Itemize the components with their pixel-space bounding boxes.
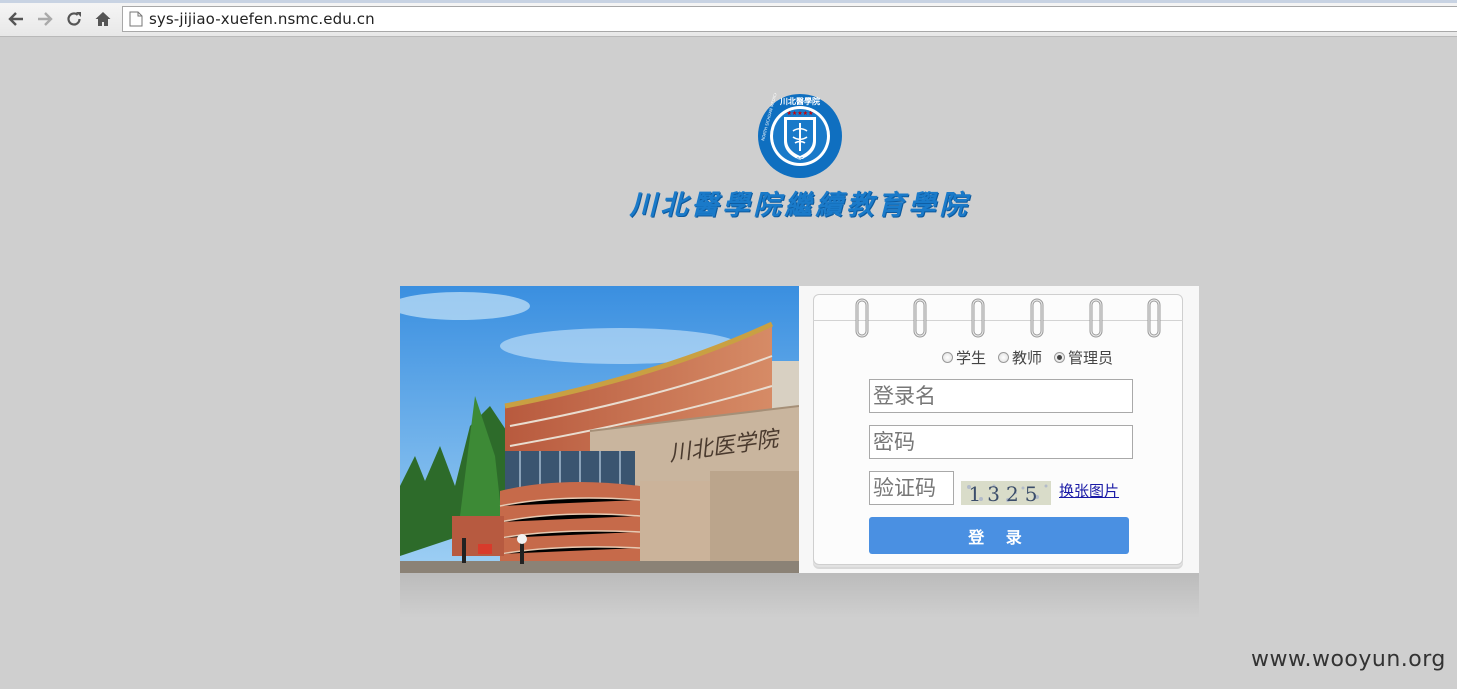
- home-icon: [95, 12, 111, 26]
- home-button[interactable]: [93, 9, 113, 29]
- radio-admin[interactable]: [1054, 351, 1066, 363]
- login-button[interactable]: 登 录: [869, 517, 1129, 554]
- binder-ring-icon: [855, 298, 869, 338]
- emblem-year-text: 1951: [792, 157, 807, 164]
- address-bar[interactable]: sys-jijiao-xuefen.nsmc.edu.cn: [122, 6, 1457, 32]
- username-input[interactable]: [869, 379, 1133, 413]
- page-icon: [129, 11, 143, 27]
- swap-captcha-link[interactable]: 换张图片: [1059, 480, 1119, 501]
- role-label-student: 学生: [956, 348, 987, 367]
- back-button[interactable]: [6, 9, 26, 29]
- svg-text:★★★★★: ★★★★★: [787, 110, 814, 117]
- captcha-input[interactable]: [869, 471, 954, 505]
- password-input[interactable]: [869, 425, 1133, 459]
- binder-ring-icon: [1147, 298, 1161, 338]
- photo-reflection: [400, 573, 1199, 618]
- reload-button[interactable]: [64, 9, 84, 29]
- forward-button[interactable]: [35, 9, 55, 29]
- binder-ring-icon: [1089, 298, 1103, 338]
- binder-ring-icon: [913, 298, 927, 338]
- role-option-admin[interactable]: 管理员: [1054, 347, 1113, 368]
- role-option-student[interactable]: 学生: [942, 347, 986, 368]
- binder-ring-icon: [1030, 298, 1044, 338]
- campus-building-photo: 川北医学院: [400, 286, 799, 573]
- binder-ring-icon: [971, 298, 985, 338]
- college-emblem-logo: ★★★★★ 川北醫學院 1951 NORTH SICHUAN MEDICAL C…: [758, 93, 842, 178]
- radio-student[interactable]: [942, 351, 953, 363]
- watermark-text: www.wooyun.org: [1251, 647, 1446, 672]
- url-text: sys-jijiao-xuefen.nsmc.edu.cn: [149, 10, 375, 28]
- reload-icon: [67, 12, 81, 26]
- captcha-code-text: 1325: [969, 482, 1044, 505]
- college-title: 川北醫學院繼續教育學院: [629, 190, 971, 221]
- role-label-admin: 管理员: [1068, 348, 1114, 367]
- role-option-teacher[interactable]: 教师: [998, 347, 1042, 368]
- role-label-teacher: 教师: [1012, 348, 1043, 367]
- back-arrow-icon: [8, 12, 23, 26]
- radio-teacher[interactable]: [998, 351, 1010, 363]
- captcha-image[interactable]: 1325: [961, 481, 1051, 505]
- role-selector: 学生 教师 管理员: [942, 347, 1125, 367]
- emblem-name-text: 川北醫學院: [779, 96, 820, 106]
- forward-arrow-icon: [38, 12, 53, 26]
- browser-toolbar: sys-jijiao-xuefen.nsmc.edu.cn: [0, 0, 1457, 37]
- tab-strip: [0, 0, 1457, 3]
